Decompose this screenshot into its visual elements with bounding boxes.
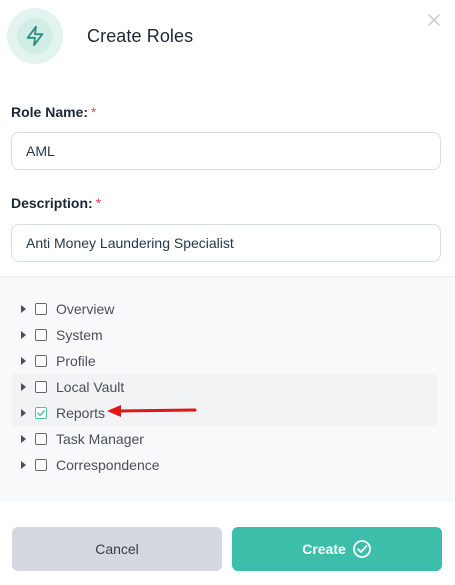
checkbox-profile[interactable] <box>35 355 47 367</box>
description-label: Description: * <box>11 195 102 211</box>
checkbox-correspondence[interactable] <box>35 459 47 471</box>
close-icon[interactable] <box>426 12 442 28</box>
caret-right-icon[interactable] <box>21 409 26 417</box>
check-circle-icon <box>352 539 372 559</box>
tree-item-reports[interactable]: Reports <box>12 400 437 426</box>
dialog-footer: Cancel Create <box>0 502 455 585</box>
lightning-icon <box>26 25 44 47</box>
caret-right-icon[interactable] <box>21 461 26 469</box>
checkbox-system[interactable] <box>35 329 47 341</box>
dialog-title: Create Roles <box>87 26 194 46</box>
tree-item-correspondence[interactable]: Correspondence <box>12 452 437 478</box>
create-roles-dialog: Create Roles Role Name:* Description:* O… <box>0 0 455 585</box>
role-name-label: Role Name: * <box>11 104 97 120</box>
caret-right-icon[interactable] <box>21 357 26 365</box>
tree-item-local-vault[interactable]: Local Vault <box>12 374 437 400</box>
tree-item-task-manager[interactable]: Task Manager <box>12 426 437 452</box>
required-marker: * <box>91 104 97 120</box>
dialog-header: Create Roles <box>0 0 455 80</box>
checkbox-task-manager[interactable] <box>35 433 47 445</box>
header-icon-badge <box>7 8 63 64</box>
annotation-arrow-icon <box>107 405 197 417</box>
caret-right-icon[interactable] <box>21 305 26 313</box>
check-icon <box>37 410 45 417</box>
checkbox-overview[interactable] <box>35 303 47 315</box>
permissions-tree: Overview System Profile Local Vault Repo… <box>0 276 455 503</box>
cancel-button[interactable]: Cancel <box>12 527 222 571</box>
role-name-input[interactable] <box>11 132 441 170</box>
caret-right-icon[interactable] <box>21 435 26 443</box>
tree-item-overview[interactable]: Overview <box>12 296 437 322</box>
caret-right-icon[interactable] <box>21 383 26 391</box>
caret-right-icon[interactable] <box>21 331 26 339</box>
checkbox-local-vault[interactable] <box>35 381 47 393</box>
required-marker: * <box>95 195 102 211</box>
create-button[interactable]: Create <box>232 527 442 571</box>
description-input[interactable] <box>11 224 441 262</box>
tree-item-system[interactable]: System <box>12 322 437 348</box>
checkbox-reports[interactable] <box>35 407 47 419</box>
tree-item-profile[interactable]: Profile <box>12 348 437 374</box>
